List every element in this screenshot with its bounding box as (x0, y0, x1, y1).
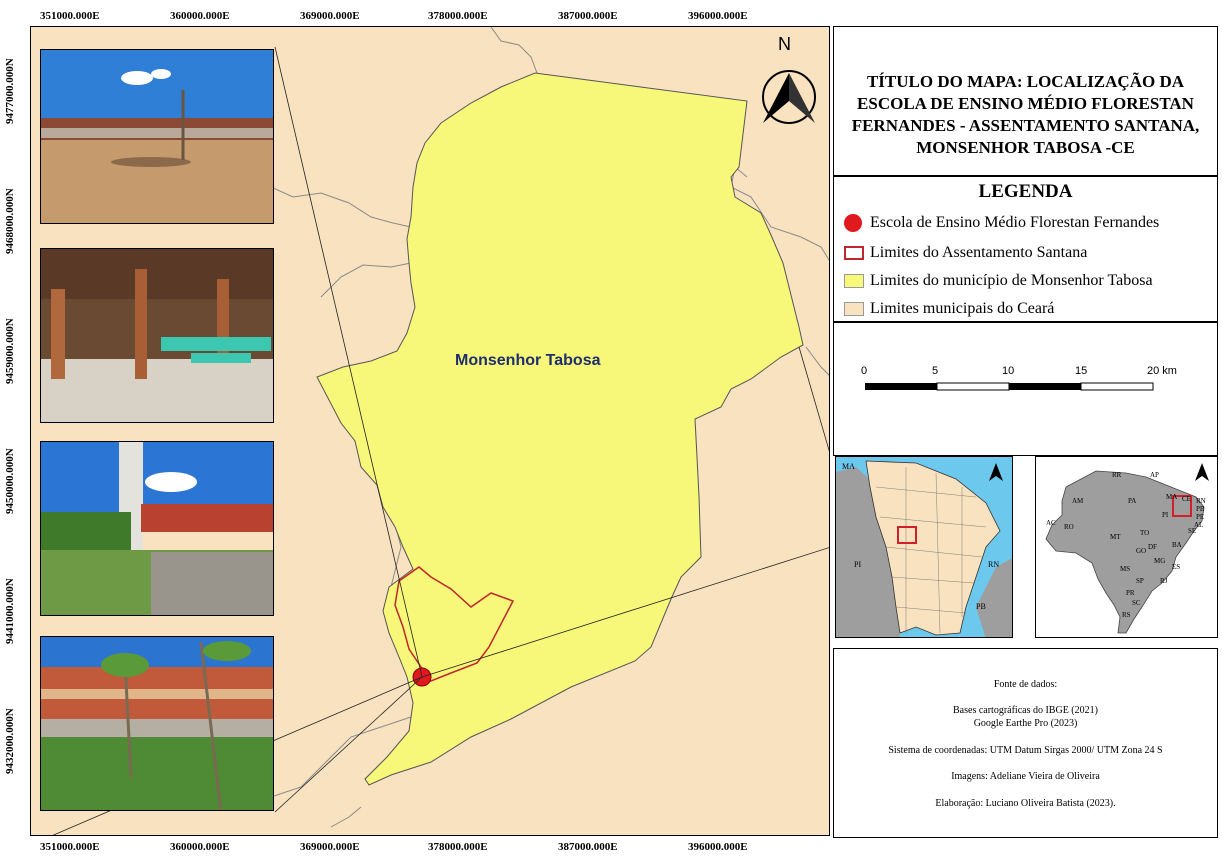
legend-title: LEGENDA (978, 181, 1073, 202)
map-title: TÍTULO DO MAPA: LOCALIZAÇÃO DA ESCOLA DE… (851, 72, 1200, 157)
inset-brazil-label-pr: PR (1126, 589, 1135, 597)
inset-brazil-label-ce: CE (1182, 495, 1191, 503)
source-heading: Fonte de dados: (993, 679, 1058, 690)
coord-bottom-5: 387000.000E (558, 841, 618, 853)
source-line-2: Google Earthe Pro (2023) (973, 718, 1078, 729)
inset-brazil-label-ma: MA (1166, 493, 1177, 501)
inset-brazil-label-am: AM (1072, 497, 1084, 505)
inset-brazil-label-to: TO (1140, 529, 1149, 537)
inset-ceara-canvas: MA PI RN PB (836, 460, 1012, 637)
inset-brazil-label-sp: SP (1136, 577, 1144, 585)
inset-brazil-label-ms: MS (1120, 565, 1130, 573)
inset-ceara-north-arrow (989, 463, 1003, 481)
inset-brazil-canvas: RR APAM PA MA CE RNPBPEALSEAC ROTOPIMTBAGO DFMG… (1045, 463, 1209, 634)
inset-ceara-label-ma: MA (842, 462, 855, 471)
beige-fill-icon (844, 302, 864, 316)
inset-brazil-label-df: DF (1148, 543, 1157, 551)
inset-ceara-label-pi: PI (854, 560, 861, 569)
inset-brazil-label-rn: RN (1196, 497, 1206, 505)
source-line-5: Elaboração: Luciano Oliveira Batista (20… (935, 798, 1116, 809)
inset-ceara-label-rn: RN (988, 560, 999, 569)
north-letter: N (778, 34, 791, 54)
coord-bottom-4: 378000.000E (428, 841, 488, 853)
source-panel: Fonte de dados: Bases cartográficas do I… (833, 648, 1218, 838)
inset-brazil-label-mg: MG (1154, 557, 1165, 565)
coord-bottom-6: 396000.000E (688, 841, 748, 853)
inset-brazil-label-pb: PB (1196, 505, 1205, 513)
inset-brazil-label-go: GO (1136, 547, 1146, 555)
coord-left-2: 9468000.000N (4, 188, 16, 254)
photo-school-garden[interactable] (40, 441, 274, 616)
source-line-1: Bases cartográficas do IBGE (2021) (953, 705, 1098, 716)
photo-school-courtyard[interactable] (40, 49, 274, 224)
title-panel: TÍTULO DO MAPA: LOCALIZAÇÃO DA ESCOLA DE… (833, 26, 1218, 176)
coord-top-3: 369000.000E (300, 10, 360, 22)
legend-item-municipality: Limites do município de Monsenhor Tabosa (844, 269, 1153, 293)
legend-panel: LEGENDA Escola de Ensino Médio Florestan… (833, 176, 1218, 322)
coord-left-4: 9450000.000N (4, 448, 16, 514)
coord-top-4: 378000.000E (428, 10, 488, 22)
photo-school-courtyard-image (41, 50, 273, 223)
photo-dining-hall-image (41, 249, 273, 422)
municipality-polygon (316, 72, 804, 786)
legend-item-ceara-label: Limites municipais do Ceará (870, 300, 1055, 317)
source-line-3: Sistema de coordenadas: UTM Datum Sirgas… (888, 745, 1163, 756)
inset-brazil-label-pa: PA (1128, 497, 1136, 505)
coord-bottom-1: 351000.000E (40, 841, 100, 853)
inset-brazil-label-ap: AP (1150, 471, 1159, 479)
legend-item-school: Escola de Ensino Médio Florestan Fernand… (844, 211, 1159, 235)
inset-brazil-label-es: ES (1172, 563, 1180, 571)
municipality-label: Monsenhor Tabosa (455, 352, 601, 369)
yellow-fill-icon (844, 274, 864, 288)
legend-item-settlement: Limites do Assentamento Santana (844, 241, 1087, 265)
inset-brazil-label-rr: RR (1112, 471, 1122, 479)
coord-top-6: 396000.000E (688, 10, 748, 22)
red-point-icon (844, 214, 862, 232)
coord-left-6: 9432000.000N (4, 708, 16, 774)
coord-bottom-2: 360000.000E (170, 841, 230, 853)
red-outline-icon (844, 246, 864, 260)
source-line-4: Imagens: Adeliane Vieira de Oliveira (951, 771, 1100, 782)
legend-item-settlement-label: Limites do Assentamento Santana (870, 244, 1088, 261)
legend-item-school-label: Escola de Ensino Médio Florestan Fernand… (870, 214, 1160, 231)
coord-left-3: 9459000.000N (4, 318, 16, 384)
inset-ceara-map[interactable]: MA PI RN PB (835, 456, 1013, 638)
inset-brazil-label-rs: RS (1122, 611, 1131, 619)
inset-brazil-label-pi: PI (1162, 511, 1169, 519)
inset-brazil-map[interactable]: RR AP AM PA MA CE RN PB PE AL SE AC RO TO PI MT BA GO DF MG… (1035, 456, 1218, 638)
inset-brazil-label-se: SE (1188, 527, 1196, 535)
coord-top-5: 387000.000E (558, 10, 618, 22)
inset-brazil-label-ac: AC (1046, 519, 1056, 527)
inset-brazil-label-rj: RJ (1160, 577, 1168, 585)
north-arrow (762, 70, 816, 124)
photo-school-building[interactable] (40, 636, 274, 811)
inset-brazil-label-ro: RO (1064, 523, 1074, 531)
scale-bar (865, 382, 1154, 391)
photo-school-garden-image (41, 442, 273, 615)
inset-brazil-label-pe: PE (1196, 513, 1204, 521)
coord-left-1: 9477000.000N (4, 58, 16, 124)
coord-top-1: 351000.000E (40, 10, 100, 22)
legend-item-ceara: Limites municipais do Ceará (844, 297, 1054, 321)
inset-ceara-label-pb: PB (976, 602, 986, 611)
photo-school-building-image (41, 637, 273, 810)
inset-brazil-label-ba: BA (1172, 541, 1182, 549)
legend-item-municipality-label: Limites do município de Monsenhor Tabosa (870, 272, 1153, 289)
inset-brazil-label-mt: MT (1110, 533, 1121, 541)
inset-brazil-label-sc: SC (1132, 599, 1141, 607)
coord-bottom-3: 369000.000E (300, 841, 360, 853)
coord-left-5: 9441000.000N (4, 578, 16, 644)
inset-brazil-north-arrow (1195, 463, 1209, 481)
coord-top-2: 360000.000E (170, 10, 230, 22)
photo-dining-hall[interactable] (40, 248, 274, 423)
scale-panel: 0 5 10 15 20 km (833, 322, 1218, 456)
